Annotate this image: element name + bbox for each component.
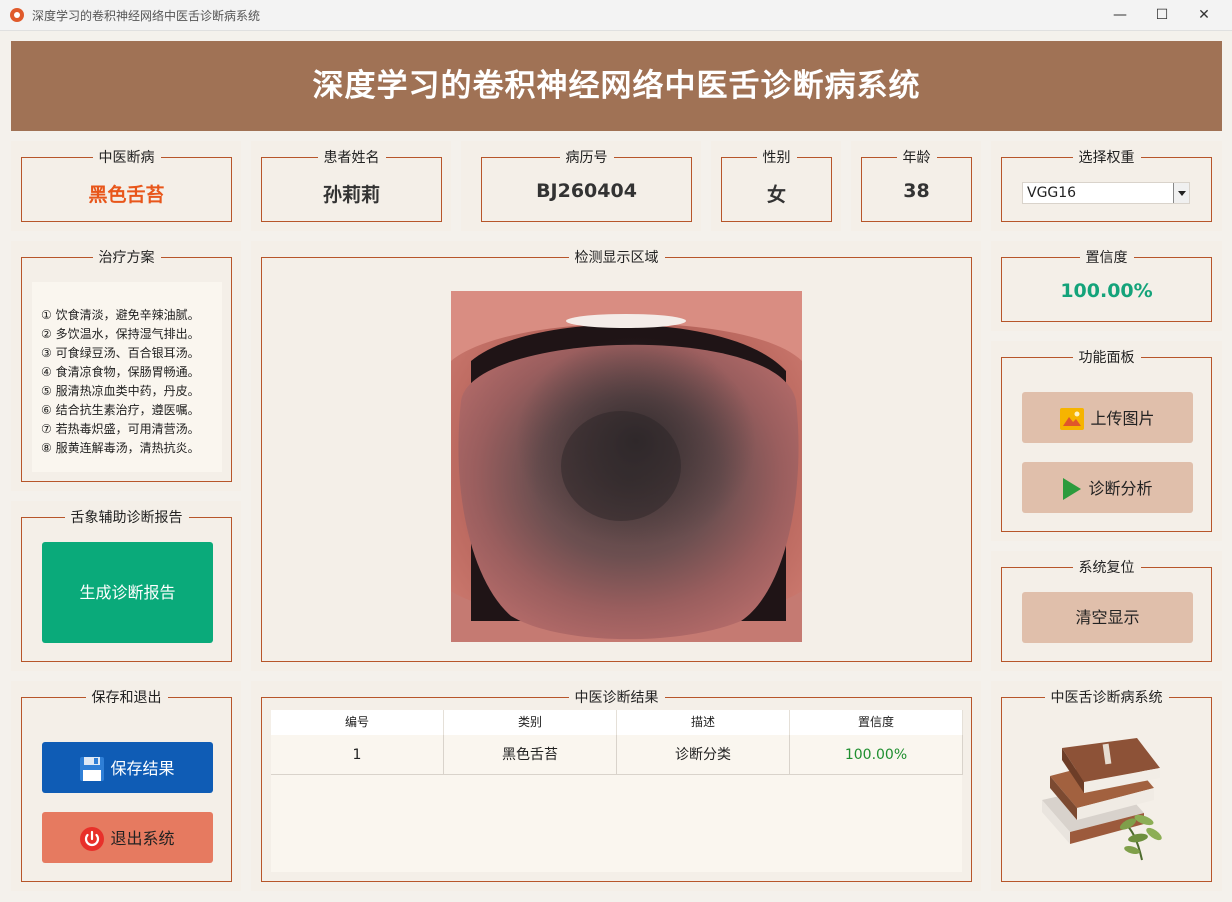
function-label: 功能面板 (1072, 349, 1141, 367)
app-header: 深度学习的卷积神经网络中医舌诊断病系统 (11, 41, 1222, 131)
generate-report-button[interactable]: 生成诊断报告 (42, 542, 213, 643)
upload-image-button[interactable]: 上传图片 (1022, 392, 1193, 443)
save-exit-panel: 保存和退出 保存结果 退出系统 (11, 681, 241, 891)
upload-image-label: 上传图片 (1090, 409, 1155, 428)
brand-label: 中医舌诊断病系统 (1044, 689, 1169, 707)
maximize-button[interactable]: ☐ (1142, 4, 1182, 26)
save-result-button[interactable]: 保存结果 (42, 742, 213, 793)
column-header[interactable]: 类别 (444, 710, 617, 735)
window-title: 深度学习的卷积神经网络中医舌诊断病系统 (32, 9, 261, 23)
treatment-line: ③ 可食绿豆汤、百合银耳汤。 (41, 346, 200, 360)
save-exit-label: 保存和退出 (85, 689, 168, 707)
diagnosis-label: 中医断病 (92, 149, 161, 167)
treatment-line: ⑥ 结合抗生素治疗，遵医嘱。 (41, 403, 200, 417)
image-icon (1060, 407, 1085, 430)
detection-label: 检测显示区域 (568, 249, 665, 267)
patient-name-value: 孙莉莉 (322, 184, 380, 206)
results-table[interactable]: 编号 类别 描述 置信度 1 黑色舌苔 诊断分类 100.00% (271, 710, 963, 872)
floppy-icon (80, 756, 105, 781)
app-body: 深度学习的卷积神经网络中医舌诊断病系统 中医断病 黑色舌苔 患者姓名 孙莉莉 病… (0, 31, 1232, 902)
tongue-image (451, 291, 802, 642)
gender-value: 女 (766, 184, 786, 206)
cell-id: 1 (271, 735, 444, 775)
exit-system-label: 退出系统 (110, 829, 175, 848)
record-no-value: BJ260404 (536, 180, 637, 202)
results-label: 中医诊断结果 (568, 689, 665, 707)
page-title: 深度学习的卷积神经网络中医舌诊断病系统 (312, 68, 921, 104)
treatment-label: 治疗方案 (92, 249, 161, 267)
report-label: 舌象辅助诊断报告 (64, 509, 189, 527)
treatment-panel: 治疗方案 ① 饮食清淡，避免辛辣油腻。 ② 多饮温水，保持湿气排出。 ③ 可食绿… (11, 241, 241, 491)
table-header: 编号 类别 描述 置信度 (271, 710, 963, 735)
gender-label: 性别 (756, 149, 797, 167)
diagnosis-panel: 中医断病 黑色舌苔 (11, 141, 241, 231)
patient-name-panel: 患者姓名 孙莉莉 (251, 141, 451, 231)
weights-selected-value: VGG16 (1027, 185, 1077, 201)
treatment-line: ⑧ 服黄连解毒汤，清热抗炎。 (41, 441, 200, 455)
treatment-line: ④ 食清凉食物，保肠胃畅通。 (41, 365, 200, 379)
record-no-label: 病历号 (559, 149, 614, 167)
record-no-panel: 病历号 BJ260404 (461, 141, 701, 231)
weights-label: 选择权重 (1072, 149, 1141, 167)
chevron-down-icon[interactable] (1173, 183, 1189, 203)
age-panel: 年龄 38 (851, 141, 981, 231)
results-panel: 中医诊断结果 编号 类别 描述 置信度 1 黑色舌苔 诊断分类 100.00% (251, 681, 981, 891)
confidence-value: 100.00% (1060, 280, 1153, 302)
column-header[interactable]: 编号 (271, 710, 444, 735)
power-icon (80, 826, 105, 851)
diagnose-button[interactable]: 诊断分析 (1022, 462, 1193, 513)
treatment-line: ① 饮食清淡，避免辛辣油腻。 (41, 308, 200, 322)
column-header[interactable]: 置信度 (790, 710, 963, 735)
cell-description: 诊断分类 (617, 735, 790, 775)
treatment-line: ⑦ 若热毒炽盛，可用清营汤。 (41, 422, 200, 436)
weights-select[interactable]: VGG16 (1022, 182, 1190, 204)
cell-category: 黑色舌苔 (444, 735, 617, 775)
books-herb-illustration (1042, 738, 1162, 861)
diagnosis-value: 黑色舌苔 (88, 184, 165, 206)
play-icon (1063, 477, 1082, 500)
window-titlebar: 深度学习的卷积神经网络中医舌诊断病系统 — ☐ ✕ (0, 0, 1232, 31)
table-row[interactable]: 1 黑色舌苔 诊断分类 100.00% (271, 735, 963, 775)
treatment-line: ② 多饮温水，保持湿气排出。 (41, 327, 200, 341)
close-button[interactable]: ✕ (1184, 4, 1224, 26)
weights-panel: 选择权重 VGG16 (991, 141, 1222, 231)
diagnose-label: 诊断分析 (1088, 479, 1153, 498)
brand-panel: 中医舌诊断病系统 (991, 681, 1222, 891)
minimize-button[interactable]: — (1100, 4, 1140, 26)
treatment-line: ⑤ 服清热凉血类中药，丹皮。 (41, 384, 200, 398)
app-logo-icon (10, 8, 24, 22)
reset-label: 系统复位 (1072, 559, 1141, 577)
gender-panel: 性别 女 (711, 141, 841, 231)
treatment-text: ① 饮食清淡，避免辛辣油腻。 ② 多饮温水，保持湿气排出。 ③ 可食绿豆汤、百合… (32, 282, 222, 472)
age-label: 年龄 (896, 149, 937, 167)
function-panel: 功能面板 上传图片 诊断分析 (991, 341, 1222, 541)
confidence-label: 置信度 (1079, 249, 1134, 267)
confidence-panel: 置信度 100.00% (991, 241, 1222, 331)
detection-panel: 检测显示区域 (251, 241, 981, 671)
column-header[interactable]: 描述 (617, 710, 790, 735)
report-panel: 舌象辅助诊断报告 生成诊断报告 (11, 501, 241, 671)
reset-panel: 系统复位 清空显示 (991, 551, 1222, 671)
save-result-label: 保存结果 (110, 759, 175, 778)
age-value: 38 (903, 180, 930, 202)
patient-name-label: 患者姓名 (317, 149, 386, 167)
clear-display-button[interactable]: 清空显示 (1022, 592, 1193, 643)
cell-confidence: 100.00% (790, 735, 963, 775)
exit-system-button[interactable]: 退出系统 (42, 812, 213, 863)
